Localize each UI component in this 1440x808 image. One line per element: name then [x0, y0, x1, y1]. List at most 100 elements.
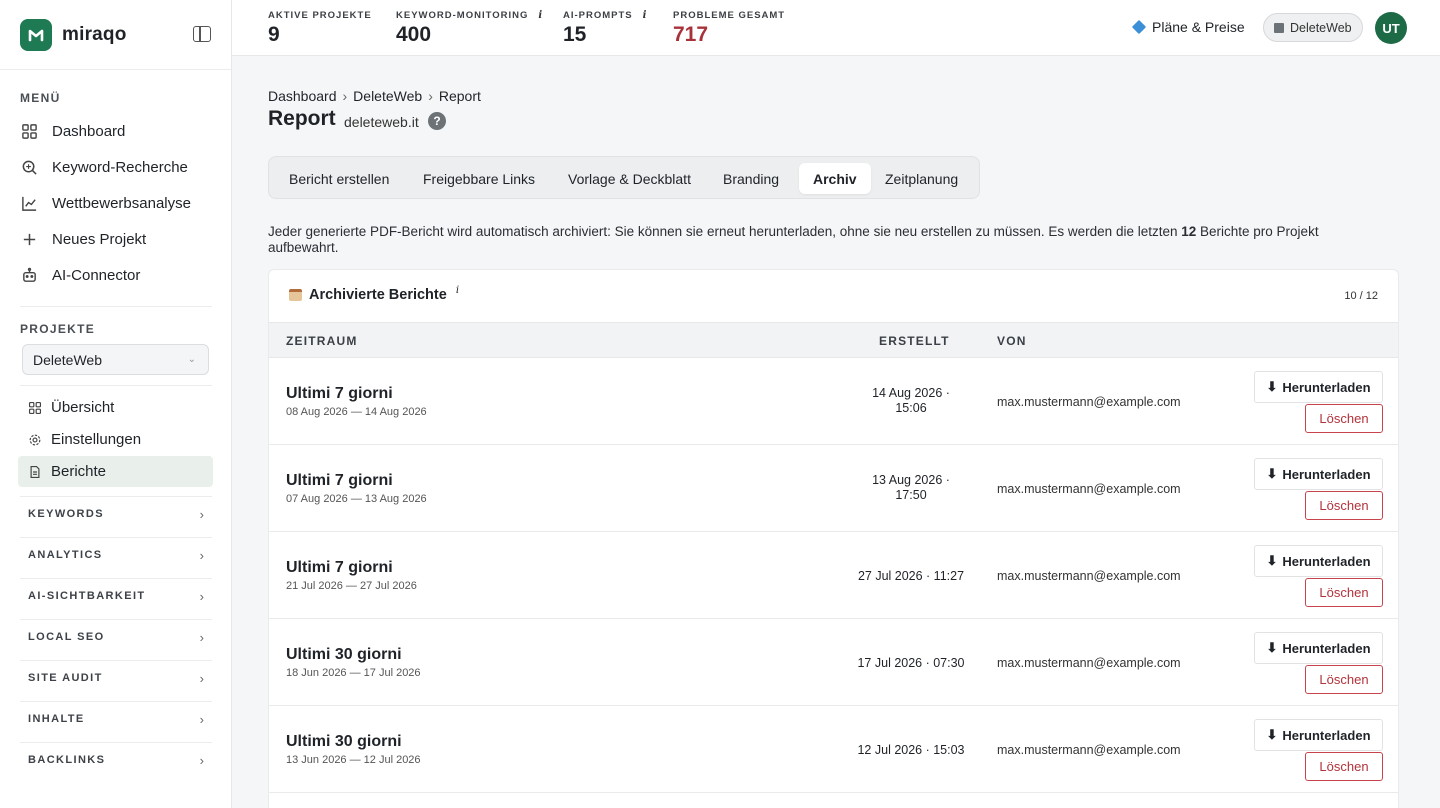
sidebar-group-inhalte[interactable]: INHALTE › [28, 709, 204, 729]
report-author: max.mustermann@example.com [997, 395, 1181, 409]
download-arrow-icon: ⬇ [1266, 553, 1278, 568]
info-icon[interactable]: i [538, 10, 542, 21]
divider [20, 306, 212, 307]
scrollbar[interactable] [1432, 56, 1440, 808]
gem-icon [1131, 19, 1147, 35]
breadcrumb-item[interactable]: Dashboard [268, 88, 337, 104]
download-button-label: Herunterladen [1282, 379, 1371, 395]
chart-line-icon [20, 194, 38, 212]
divider [20, 578, 212, 579]
delete-button[interactable]: Löschen [1305, 404, 1383, 433]
download-button[interactable]: ⬇ Herunterladen [1254, 371, 1383, 403]
breadcrumb: Dashboard › DeleteWeb › Report [268, 88, 481, 104]
download-button-label: Herunterladen [1282, 466, 1371, 482]
divider [20, 619, 212, 620]
download-button[interactable]: ⬇ Herunterladen [1254, 458, 1383, 490]
topbar: AKTIVE PROJEKTE 9 KEYWORD-MONITORING i 400 AI… [232, 0, 1440, 56]
sidebar-group-backlinks[interactable]: BACKLINKS › [28, 750, 204, 770]
project-pill[interactable]: DeleteWeb [1263, 13, 1363, 42]
info-icon[interactable]: i [643, 10, 647, 21]
report-created: 17 Jul 2026 · 07:30 [857, 656, 965, 670]
sidebar-group-ai-sichtbarkeit[interactable]: AI-SICHTBARKEIT › [28, 586, 204, 606]
building-icon [1274, 22, 1284, 33]
sidebar-group-label: ANALYTICS [28, 549, 103, 561]
menu-item-dashboard[interactable]: Dashboard [20, 118, 125, 144]
sidebar-group-keywords[interactable]: KEYWORDS › [28, 504, 204, 524]
brand[interactable]: miraqo [0, 0, 231, 70]
menu-item-keyword-recherche[interactable]: Keyword-Recherche [20, 154, 188, 180]
plans-link[interactable]: Pläne & Preise [1131, 19, 1245, 35]
archive-card: Archivierte Berichte i 10 / 12 ZEITRAUM … [268, 269, 1399, 808]
tab-zeitplanung[interactable]: Zeitplanung [871, 163, 972, 194]
sidebar-group-label: BACKLINKS [28, 754, 106, 766]
avatar[interactable]: UT [1375, 12, 1407, 44]
report-created: 13 Aug 2026 · 17:50 [872, 473, 950, 502]
breadcrumb-item[interactable]: DeleteWeb [353, 88, 422, 104]
report-date-range: 08 Aug 2026 — 14 Aug 2026 [286, 406, 427, 418]
stat-value: 400 [396, 23, 432, 46]
download-arrow-icon: ⬇ [1266, 379, 1278, 394]
sidebar-group-site-audit[interactable]: SITE AUDIT › [28, 668, 204, 688]
sidebar-item-label: Einstellungen [51, 431, 142, 448]
sidebar-group-local-seo[interactable]: LOCAL SEO › [28, 627, 204, 647]
table-row: Ultimi 7 giorni 07 Aug 2026 — 13 Aug 2026… [269, 445, 1398, 532]
menu-item-label: Wettbewerbsanalyse [52, 194, 191, 212]
sidebar-item-berichte[interactable]: Berichte [18, 456, 213, 487]
robot-icon [20, 266, 38, 284]
chevron-right-icon: › [199, 629, 204, 645]
stat-ai-prompts: AI-PROMPTS i 15 [563, 10, 646, 47]
plus-icon [20, 230, 38, 248]
tab-bericht-erstellen[interactable]: Bericht erstellen [275, 163, 403, 194]
stat-keyword-monitoring: KEYWORD-MONITORING i 400 [396, 10, 542, 47]
download-button[interactable]: ⬇ Herunterladen [1254, 545, 1383, 577]
menu-item-neues-projekt[interactable]: Neues Projekt [20, 226, 146, 252]
delete-button[interactable]: Löschen [1305, 578, 1383, 607]
sidebar-item--bersicht[interactable]: Übersicht [18, 392, 213, 423]
sidebar-group-label: KEYWORDS [28, 508, 104, 520]
sidebar-toggle-icon[interactable] [193, 26, 211, 42]
divider [20, 701, 212, 702]
report-author: max.mustermann@example.com [997, 656, 1181, 670]
menu-item-label: Keyword-Recherche [52, 158, 188, 176]
chevron-right-icon: › [199, 670, 204, 686]
plans-label: Pläne & Preise [1152, 19, 1245, 35]
tab-vorlage-deckblatt[interactable]: Vorlage & Deckblatt [554, 163, 705, 194]
download-button[interactable]: ⬇ Herunterladen [1254, 719, 1383, 751]
archive-description: Jeder generierte PDF-Bericht wird automa… [268, 224, 1319, 255]
tab-freigebbare-links[interactable]: Freigebbare Links [409, 163, 549, 194]
delete-button[interactable]: Löschen [1305, 665, 1383, 694]
menu-item-wettbewerbsanalyse[interactable]: Wettbewerbsanalyse [20, 190, 191, 216]
report-period-title: Ultimi 7 giorni [286, 559, 393, 576]
tab-branding[interactable]: Branding [709, 163, 793, 194]
sidebar-group-analytics[interactable]: ANALYTICS › [28, 545, 204, 565]
download-button-label: Herunterladen [1282, 727, 1371, 743]
stat-value: 9 [268, 23, 280, 46]
menu-item-label: Neues Projekt [52, 230, 147, 248]
download-button-label: Herunterladen [1282, 553, 1371, 569]
divider [20, 496, 212, 497]
sidebar-item-label: Übersicht [51, 399, 115, 416]
menu-item-ai-connector[interactable]: AI-Connector [20, 262, 140, 288]
chevron-down-icon: ⌄ [187, 354, 196, 365]
chevron-right-icon: › [199, 506, 204, 522]
info-icon[interactable]: i [456, 285, 459, 296]
project-select[interactable]: DeleteWeb ⌄ [22, 344, 209, 375]
tab-archiv[interactable]: Archiv [799, 163, 871, 194]
delete-button[interactable]: Löschen [1305, 491, 1383, 520]
download-button[interactable]: ⬇ Herunterladen [1254, 632, 1383, 664]
stat-label: PROBLEME GESAMT [673, 10, 786, 21]
sidebar-group-label: AI-SICHTBARKEIT [28, 590, 146, 602]
column-header-erstellt: ERSTELLT [879, 334, 950, 348]
help-icon[interactable]: ? [428, 112, 446, 130]
grid-icon [28, 401, 42, 415]
download-arrow-icon: ⬇ [1266, 640, 1278, 655]
sidebar-item-label: Berichte [51, 463, 107, 480]
delete-button[interactable]: Löschen [1305, 752, 1383, 781]
report-period-title: Ultimi 30 giorni [286, 733, 402, 750]
grid-icon [20, 122, 38, 140]
breadcrumb-item-current: Report [438, 88, 481, 104]
sidebar-item-einstellungen[interactable]: Einstellungen [18, 424, 213, 455]
menu-item-label: AI-Connector [52, 266, 141, 284]
archive-title: Archivierte Berichte i [289, 285, 459, 303]
sidebar: miraqo MENÜ Dashboard Keyword-Recherche We… [0, 0, 232, 808]
